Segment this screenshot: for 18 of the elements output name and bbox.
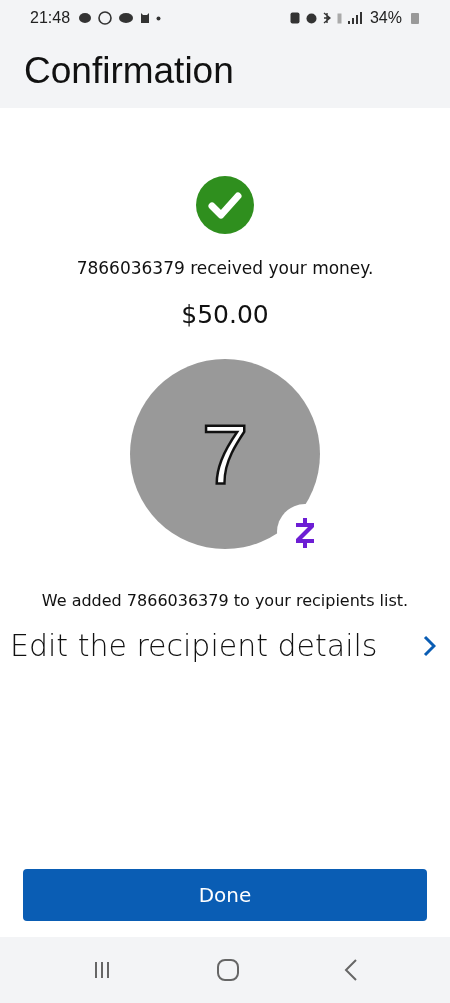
signal-icon	[347, 12, 362, 24]
edit-recipient-link[interactable]: Edit the recipient details	[0, 628, 450, 663]
battery-percentage: 34%	[369, 9, 402, 27]
back-icon[interactable]	[344, 958, 358, 982]
status-time: 21:48	[30, 9, 71, 27]
page-title: Confirmation	[24, 50, 234, 92]
recipient-added-note: We added 7866036379 to your recipients list.	[41, 591, 409, 610]
dot-icon	[156, 15, 162, 21]
battery-icon	[410, 11, 420, 25]
home-icon[interactable]	[216, 958, 240, 982]
amount-sent: $50.00	[181, 300, 269, 329]
done-button[interactable]: Done	[23, 869, 427, 921]
avatar-initial: 7	[201, 405, 249, 503]
confirmation-message: 7866036379 received your money.	[76, 258, 374, 278]
bluetooth-icon	[322, 12, 331, 24]
recent-apps-icon[interactable]	[92, 960, 112, 980]
success-check-icon	[196, 176, 254, 234]
chevron-right-icon	[422, 633, 436, 658]
